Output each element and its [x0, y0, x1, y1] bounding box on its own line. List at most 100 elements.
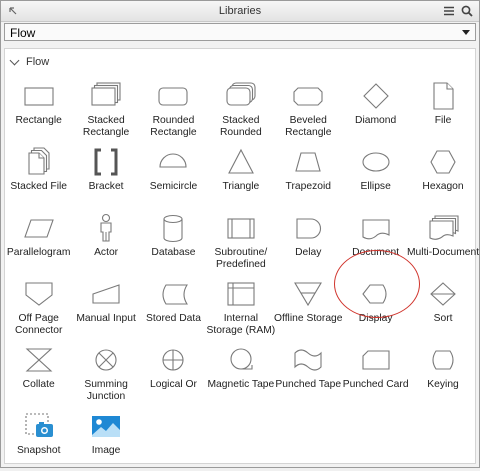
beveled-rectangle-icon — [293, 87, 323, 106]
shape-snapshot[interactable]: Snapshot — [5, 405, 72, 471]
shape-off-page-connector[interactable]: Off Page Connector — [5, 273, 72, 339]
keying-icon — [432, 350, 454, 370]
shape-internal-storage[interactable]: Internal Storage (RAM) — [206, 273, 276, 339]
off-page-connector-icon — [25, 282, 53, 306]
shape-trapezoid[interactable]: Trapezoid — [275, 141, 342, 207]
shape-label: Image — [91, 445, 121, 456]
shape-multi-document[interactable]: Multi-Document — [406, 207, 480, 273]
library-select-value: Flow — [10, 26, 36, 40]
shape-rectangle[interactable]: Rectangle — [5, 75, 72, 141]
shape-manual-input[interactable]: Manual Input — [72, 273, 139, 339]
shape-bracket[interactable]: Bracket — [72, 141, 139, 207]
shape-label: Ellipse — [360, 181, 391, 192]
shape-database[interactable]: Database — [140, 207, 207, 273]
actor-icon — [100, 213, 112, 242]
document-icon — [362, 219, 390, 240]
shape-keying[interactable]: Keying — [409, 339, 476, 405]
file-icon — [433, 82, 454, 110]
sort-icon — [430, 282, 456, 306]
stacked-file-icon — [28, 147, 50, 175]
hexagon-icon — [430, 150, 456, 174]
summing-junction-icon — [95, 349, 117, 371]
stored-data-icon — [162, 284, 189, 305]
shape-stacked-rounded[interactable]: Stacked Rounded — [207, 75, 274, 141]
shape-label: Keying — [427, 379, 459, 390]
shape-collate[interactable]: Collate — [5, 339, 72, 405]
shape-image[interactable]: Image — [72, 405, 139, 471]
subroutine-icon — [227, 218, 255, 239]
shape-file[interactable]: File — [409, 75, 476, 141]
shape-label: Bracket — [88, 181, 124, 192]
ellipse-icon — [362, 152, 390, 172]
window-title: Libraries — [218, 5, 262, 17]
delay-icon — [296, 218, 322, 239]
shape-hexagon[interactable]: Hexagon — [409, 141, 476, 207]
shape-label: Internal Storage (RAM) — [206, 313, 276, 336]
shape-label: Trapezoid — [285, 181, 331, 192]
shape-semicircle[interactable]: Semicircle — [140, 141, 207, 207]
shape-label: Parallelogram — [6, 247, 71, 258]
libraries-window: Libraries Flow Flow Rectangle Stacked Rect… — [0, 0, 480, 468]
shapes-panel: Flow Rectangle Stacked Rectangle Rounded Rec… — [4, 48, 480, 464]
shape-label: File — [434, 115, 452, 126]
shape-punched-tape[interactable]: Punched Tape — [275, 339, 342, 405]
shape-label: Collate — [22, 379, 55, 390]
shape-label: Multi-Document — [406, 247, 480, 258]
triangle-icon — [227, 148, 254, 174]
shape-label: Off Page Connector — [14, 313, 63, 336]
diamond-icon — [362, 83, 389, 109]
shape-label: Manual Input — [76, 313, 136, 324]
shape-subroutine[interactable]: Subroutine/Predefined — [207, 207, 274, 273]
stacked-rectangle-icon — [91, 82, 121, 106]
chevron-down-icon — [9, 55, 20, 66]
shape-beveled-rectangle[interactable]: Beveled Rectangle — [275, 75, 342, 141]
punched-card-icon — [362, 350, 390, 370]
highlight-circle — [334, 250, 420, 318]
menu-icon[interactable] — [441, 3, 457, 19]
semicircle-icon — [159, 153, 188, 168]
logical-or-icon — [162, 349, 185, 371]
shape-stacked-rectangle[interactable]: Stacked Rectangle — [72, 75, 139, 141]
shape-stored-data[interactable]: Stored Data — [140, 273, 207, 339]
shape-triangle[interactable]: Triangle — [207, 141, 274, 207]
shape-stacked-file[interactable]: Stacked File — [5, 141, 72, 207]
section-header-flow[interactable]: Flow — [9, 55, 49, 69]
shape-label: Punched Card — [342, 379, 409, 390]
shape-label: Magnetic Tape — [207, 379, 275, 390]
shape-logical-or[interactable]: Logical Or — [140, 339, 207, 405]
shape-label: Actor — [94, 247, 119, 258]
shape-offline-storage[interactable]: Offline Storage — [274, 273, 343, 339]
snapshot-icon — [25, 413, 53, 437]
shape-label: Snapshot — [16, 445, 61, 456]
library-select[interactable]: Flow — [4, 23, 476, 41]
shape-ellipse[interactable]: Ellipse — [342, 141, 409, 207]
shape-summing-junction[interactable]: Summing Junction — [72, 339, 139, 405]
title-bar: Libraries — [1, 1, 479, 22]
shape-label: Beveled Rectangle — [285, 115, 332, 138]
search-icon[interactable] — [459, 3, 475, 19]
shape-label: Sort — [433, 313, 453, 324]
shape-label: Rounded Rectangle — [150, 115, 197, 138]
shape-label: Punched Tape — [275, 379, 342, 390]
shape-label: Stacked File — [10, 181, 68, 192]
shape-magnetic-tape[interactable]: Magnetic Tape — [207, 339, 274, 405]
shape-label: Hexagon — [422, 181, 464, 192]
shape-label: Logical Or — [150, 379, 197, 390]
punched-tape-icon — [294, 349, 322, 371]
shape-label: Subroutine/Predefined — [214, 247, 268, 270]
shape-diamond[interactable]: Diamond — [342, 75, 409, 141]
shape-actor[interactable]: Actor — [72, 207, 139, 273]
shape-rounded-rectangle[interactable]: Rounded Rectangle — [140, 75, 207, 141]
bracket-icon — [94, 148, 118, 176]
shape-parallelogram[interactable]: Parallelogram — [5, 207, 72, 273]
shape-label: Diamond — [355, 115, 397, 126]
internal-storage-icon — [227, 282, 255, 306]
shape-label: Stored Data — [146, 313, 201, 324]
stacked-rounded-icon — [226, 82, 256, 106]
shape-punched-card[interactable]: Punched Card — [342, 339, 409, 405]
multi-document-icon — [429, 215, 459, 240]
image-icon — [92, 416, 121, 437]
shape-label: Triangle — [222, 181, 260, 192]
parallelogram-icon — [23, 219, 54, 238]
shape-delay[interactable]: Delay — [275, 207, 342, 273]
